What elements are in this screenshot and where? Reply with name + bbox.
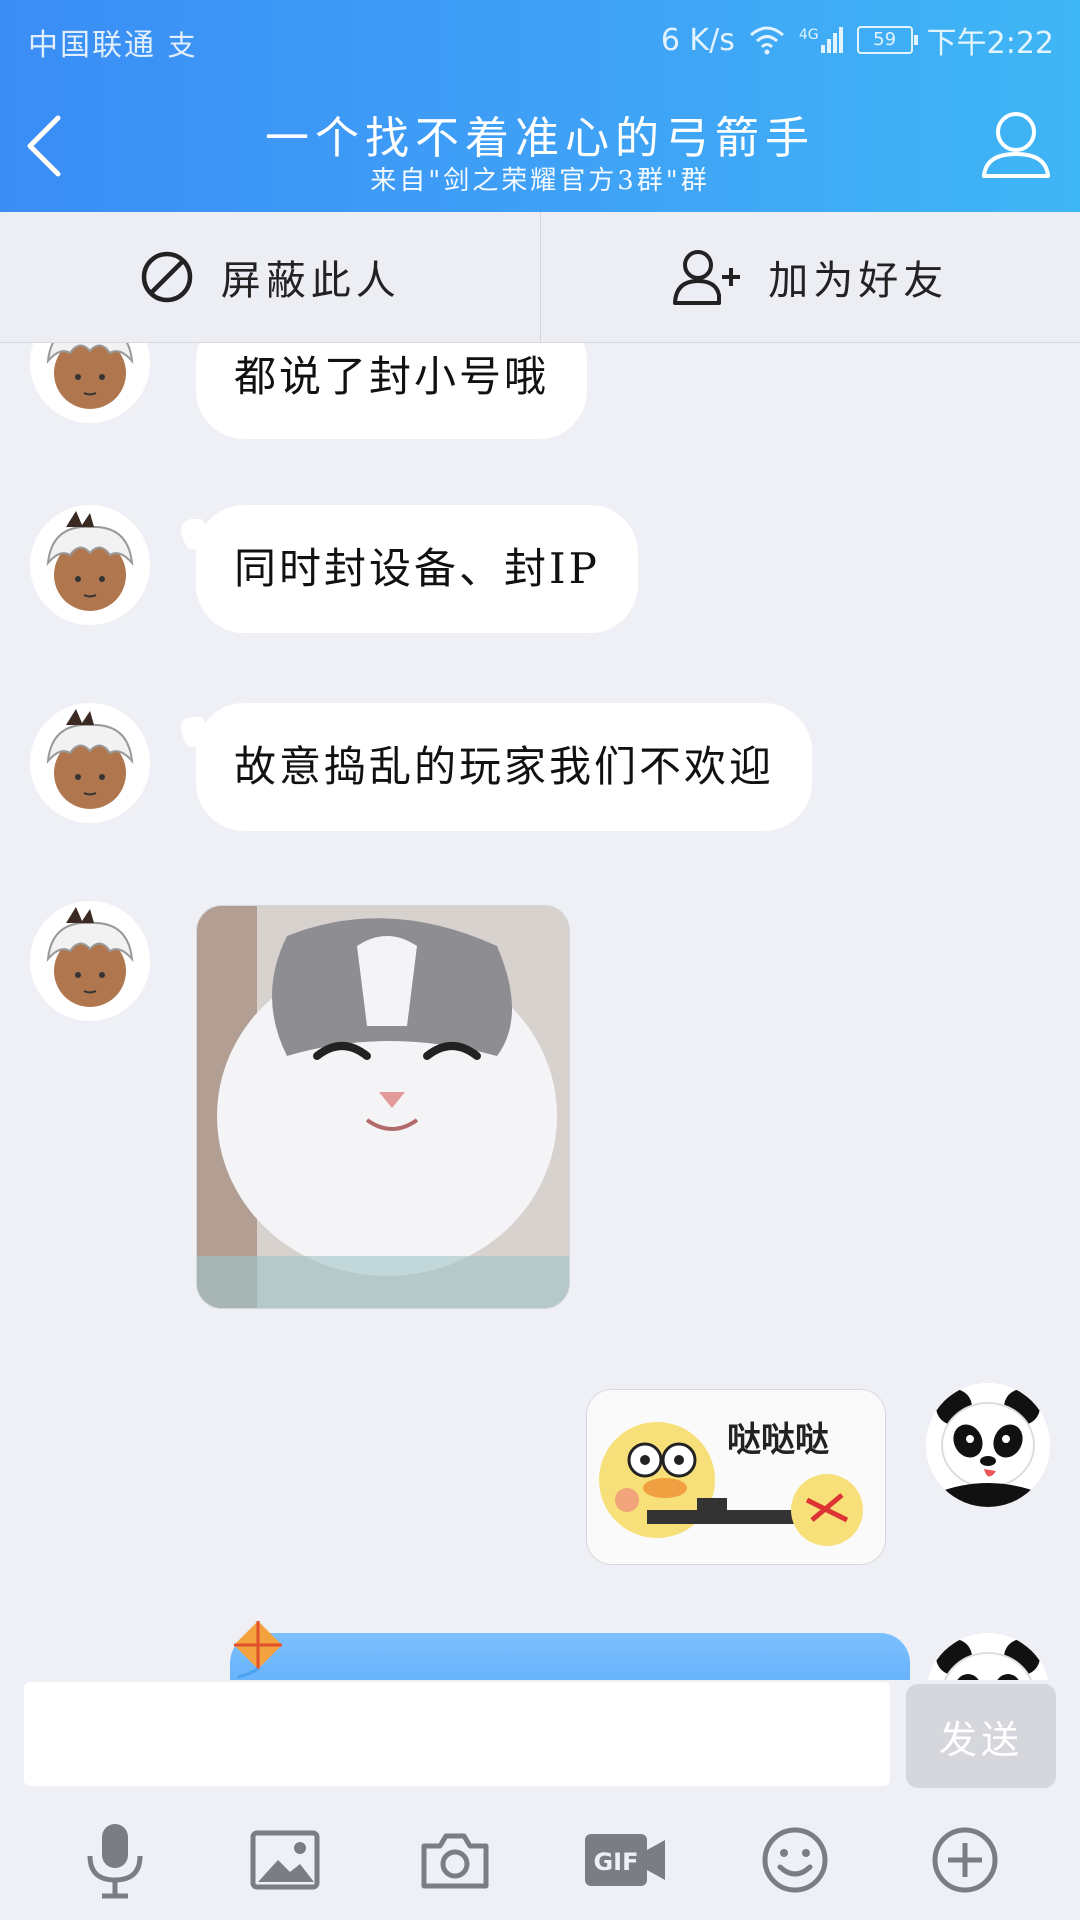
emoji-icon (762, 1827, 828, 1893)
kite-icon (234, 1621, 282, 1679)
nav-bar: 一个找不着准心的弓箭手 来自"剑之荣耀官方3群"群 (0, 80, 1080, 212)
signal-icon: 4G (799, 27, 843, 53)
camera-button[interactable] (410, 1815, 500, 1905)
message-text: 故意捣乱的玩家我们不欢迎 (234, 742, 775, 791)
camera-icon (421, 1833, 489, 1889)
avatar[interactable] (30, 703, 150, 823)
carrier-text: 中国联通 (28, 28, 156, 63)
chat-message-partial[interactable] (230, 1633, 910, 1680)
svg-text:GIF: GIF (593, 1848, 638, 1876)
boy-avatar-icon (46, 709, 134, 809)
chat-message[interactable]: 都说了封小号哦 (196, 343, 588, 439)
network-speed: 6 K/s (660, 22, 735, 58)
emoji-button[interactable] (750, 1815, 840, 1905)
sticker-caption: 哒哒哒 (727, 1420, 829, 1460)
panda-avatar-icon (926, 1383, 1050, 1507)
network-type: 4G (798, 27, 819, 43)
status-bar: 中国联通 支 6 K/s 4G 59 下午2:22 (0, 0, 1080, 78)
header: 中国联通 支 6 K/s 4G 59 下午2:22 一个找不着准心的弓箭手 来自… (0, 0, 1080, 212)
alipay-icon: 支 (167, 29, 198, 62)
input-area: 发送 (0, 1680, 1080, 1792)
boy-avatar-icon (46, 907, 134, 1007)
person-icon (982, 112, 1050, 178)
page-title: 一个找不着准心的弓箭手 (265, 113, 815, 164)
chat-area[interactable]: 都说了封小号哦 同时封设备、封IP 故意捣乱的玩家我们不欢迎 哒哒哒 (0, 343, 1080, 1680)
block-user-button[interactable]: 屏蔽此人 (0, 212, 540, 342)
avatar[interactable] (30, 343, 150, 423)
send-button[interactable]: 发送 (906, 1684, 1056, 1788)
boy-avatar-icon (46, 343, 134, 409)
chat-message[interactable]: 故意捣乱的玩家我们不欢迎 (196, 703, 813, 831)
page-subtitle: 来自"剑之荣耀官方3群"群 (370, 166, 710, 196)
avatar[interactable] (30, 901, 150, 1021)
more-button[interactable] (920, 1815, 1010, 1905)
add-friend-label: 加为好友 (768, 258, 949, 304)
boy-avatar-icon (46, 511, 134, 611)
my-avatar[interactable] (926, 1383, 1050, 1507)
carrier-label: 中国联通 支 (28, 20, 198, 64)
voice-button[interactable] (70, 1815, 160, 1905)
block-icon (141, 251, 192, 303)
image-button[interactable] (240, 1815, 330, 1905)
gif-button[interactable]: GIF (580, 1815, 670, 1905)
add-person-icon (673, 250, 741, 305)
image-icon (250, 1830, 320, 1890)
block-user-label: 屏蔽此人 (220, 258, 401, 304)
add-friend-button[interactable]: 加为好友 (539, 212, 1080, 342)
message-input[interactable] (24, 1682, 890, 1786)
battery-icon: 59 (856, 26, 918, 54)
image-message-cat[interactable] (196, 905, 570, 1309)
wifi-icon (749, 26, 784, 55)
gif-icon: GIF (585, 1834, 665, 1886)
message-text: 都说了封小号哦 (234, 352, 550, 401)
cat-photo (197, 906, 569, 1308)
message-text: 同时封设备、封IP (234, 544, 600, 593)
action-bar: 屏蔽此人 加为好友 (0, 212, 1080, 343)
clock: 下午2:22 (926, 26, 1054, 61)
panda-avatar-icon (926, 1633, 1050, 1680)
microphone-icon (87, 1824, 143, 1899)
profile-button[interactable] (976, 104, 1056, 184)
avatar[interactable] (30, 505, 150, 625)
input-toolbar: GIF (0, 1800, 1080, 1920)
my-avatar[interactable] (926, 1633, 1050, 1680)
sticker-message[interactable]: 哒哒哒 (586, 1389, 886, 1565)
plus-circle-icon (932, 1827, 998, 1893)
chat-message[interactable]: 同时封设备、封IP (196, 505, 638, 633)
